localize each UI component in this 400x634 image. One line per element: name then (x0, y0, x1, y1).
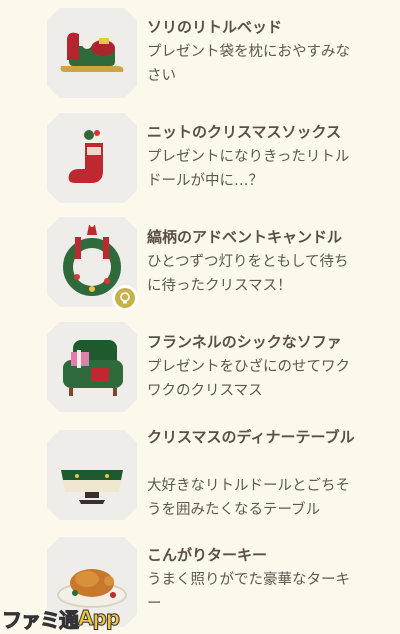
item-title: フランネルのシックなソファ (147, 333, 342, 351)
item-description: うまく照りがでた豪華なターキー (147, 572, 350, 612)
watermark-text-app: App (77, 606, 120, 631)
green-sofa-icon (47, 322, 137, 412)
watermark-logo: ファミ通 App (2, 604, 121, 633)
item-description: 大好きなリトルドールとごちそうを囲みたくなるテーブル (147, 478, 350, 518)
lightbulb-badge-icon (112, 285, 138, 311)
sleigh-bed-icon (47, 8, 137, 98)
item-title: こんがりターキー (147, 546, 268, 564)
item-title: 縞柄のアドベントキャンドル (147, 228, 343, 246)
item-description: プレゼント袋を枕におやすみなさい (147, 44, 350, 84)
dinner-table-icon (47, 430, 137, 520)
christmas-sock-icon (47, 113, 137, 203)
item-title: ソリのリトルベッド (147, 18, 283, 36)
item-title: ニットのクリスマスソックス (147, 123, 342, 141)
item-description: ひとつずつ灯りをともして待ちに待ったクリスマス！ (147, 254, 349, 294)
watermark-text: ファミ通 (2, 607, 80, 632)
item-description: プレゼントになりきったリトルドールが中に…？ (147, 149, 350, 189)
item-description: プレゼントをひざにのせてワクワクのクリスマス (147, 359, 350, 399)
item-title: クリスマスのディナーテーブル (147, 428, 355, 446)
